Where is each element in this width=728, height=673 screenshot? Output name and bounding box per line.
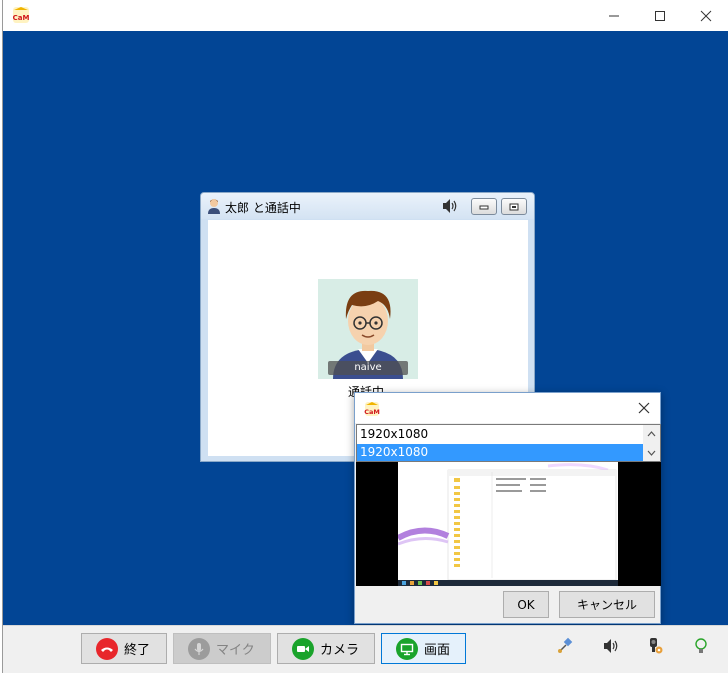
speaker-icon[interactable] xyxy=(601,636,621,656)
lightbulb-icon[interactable] xyxy=(691,636,711,656)
end-call-button[interactable]: 終了 xyxy=(81,633,167,664)
resolution-option-selected[interactable]: 1920x1080 xyxy=(357,444,643,461)
minimize-button[interactable] xyxy=(591,0,637,31)
hang-up-icon xyxy=(96,637,118,660)
close-button[interactable] xyxy=(683,0,728,31)
end-call-label: 終了 xyxy=(124,643,151,658)
avatar-name-label: naive xyxy=(328,361,408,375)
preview-desktop-thumbnail xyxy=(398,462,618,586)
resolution-option[interactable]: 1920x1080 xyxy=(357,426,643,443)
main-window: CaM 太郎 と通話中 naive CaM 1920x1080 1920x108… xyxy=(2,0,728,673)
camera-label: カメラ xyxy=(320,643,360,658)
avatar: naive xyxy=(318,279,418,379)
screen-share-label: 画面 xyxy=(424,643,451,658)
webcam-settings-icon[interactable] xyxy=(645,636,665,656)
call-window-title: 太郎 と通話中 xyxy=(225,201,301,215)
mic-label: マイク xyxy=(216,643,255,658)
resolution-dialog: CaM 1920x1080 1920x1080 OK キャンセル xyxy=(354,392,661,624)
cancel-button[interactable]: キャンセル xyxy=(559,591,655,618)
screen-preview xyxy=(356,462,661,586)
scroll-up-arrow-icon[interactable] xyxy=(643,425,660,442)
person-icon xyxy=(207,198,221,214)
app-logo-icon: CaM xyxy=(12,6,30,24)
camera-button[interactable]: カメラ xyxy=(277,633,375,664)
listbox-scrollbar[interactable] xyxy=(643,425,660,461)
bottom-toolbar: 終了 マイク カメラ 画面 xyxy=(3,625,728,673)
maximize-button[interactable] xyxy=(637,0,683,31)
app-logo-icon: CaM xyxy=(364,401,380,417)
call-restore-button[interactable] xyxy=(501,198,527,215)
ok-button[interactable]: OK xyxy=(503,591,549,618)
microphone-icon xyxy=(188,637,210,660)
dialog-title-bar[interactable]: CaM xyxy=(355,393,660,423)
resolution-listbox[interactable]: 1920x1080 1920x1080 xyxy=(356,424,661,462)
call-window-title-bar[interactable]: 太郎 と通話中 xyxy=(201,193,534,219)
svg-text:CaM: CaM xyxy=(364,408,380,416)
title-bar[interactable]: CaM xyxy=(3,0,728,31)
satellite-icon[interactable] xyxy=(555,636,575,656)
monitor-icon xyxy=(396,637,418,660)
call-minimize-button[interactable] xyxy=(471,198,497,215)
speaker-icon[interactable] xyxy=(441,198,459,217)
mic-button[interactable]: マイク xyxy=(173,633,271,664)
video-camera-icon xyxy=(292,637,314,660)
scroll-down-arrow-icon[interactable] xyxy=(643,444,660,461)
dialog-close-button[interactable] xyxy=(633,398,655,418)
screen-share-button[interactable]: 画面 xyxy=(381,633,466,664)
svg-text:CaM: CaM xyxy=(13,14,30,22)
